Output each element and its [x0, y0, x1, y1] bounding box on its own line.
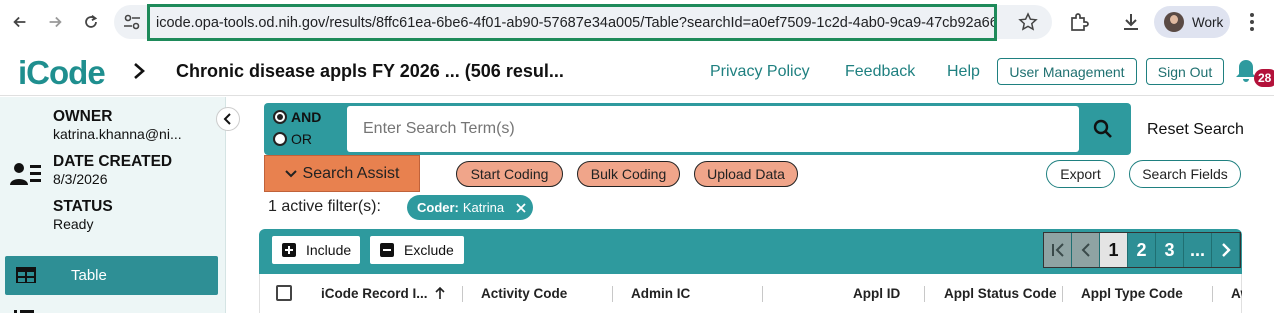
filter-chip-key: Coder: — [417, 200, 459, 215]
or-radio-option[interactable]: OR — [273, 128, 321, 150]
bulk-coding-button[interactable]: Bulk Coding — [577, 161, 680, 187]
column-header-icode-record-id[interactable]: iCode Record I... — [321, 286, 428, 301]
page-button-2[interactable]: 2 — [1128, 233, 1156, 267]
column-header-appl-status-code[interactable]: Appl Status Code — [944, 286, 1057, 301]
search-fields-button[interactable]: Search Fields — [1129, 160, 1241, 188]
browser-toolbar: icode.opa-tools.od.nih.gov/results/8ffc6… — [0, 0, 1274, 46]
sidebar-item-table[interactable]: Table — [5, 256, 218, 295]
pagination: 1 2 3 ... — [1043, 232, 1241, 268]
help-link[interactable]: Help — [947, 63, 980, 81]
close-icon[interactable] — [516, 202, 526, 213]
chevron-right-icon — [1221, 243, 1231, 257]
chevron-left-icon — [223, 113, 231, 125]
select-all-checkbox[interactable] — [276, 285, 292, 301]
forward-arrow-icon — [49, 16, 62, 28]
owner-value: katrina.khanna@ni... — [53, 126, 182, 142]
collapse-sidebar-button[interactable] — [216, 107, 240, 131]
or-label: OR — [291, 131, 312, 147]
column-divider[interactable] — [924, 286, 925, 302]
column-divider[interactable] — [762, 286, 763, 302]
column-divider[interactable] — [1062, 286, 1063, 302]
sidebar-item-label: Table — [71, 267, 107, 284]
page-ellipsis[interactable]: ... — [1184, 233, 1212, 267]
search-icon[interactable] — [1090, 116, 1118, 142]
forward-button[interactable] — [41, 8, 69, 36]
sort-ascending-icon[interactable] — [434, 286, 446, 300]
include-label: Include — [306, 242, 352, 258]
profile-label: Work — [1192, 14, 1224, 30]
column-header-truncated[interactable]: Aw — [1231, 286, 1242, 301]
radio-and[interactable] — [273, 110, 287, 124]
page-button-3[interactable]: 3 — [1156, 233, 1184, 267]
filter-chip[interactable]: Coder: Katrina — [407, 195, 533, 220]
export-button[interactable]: Export — [1046, 160, 1115, 188]
status-block: STATUS Ready — [53, 198, 113, 232]
extensions-puzzle-icon[interactable] — [1068, 11, 1090, 33]
user-management-button[interactable]: User Management — [997, 58, 1137, 85]
exclude-label: Exclude — [404, 242, 454, 258]
radio-or[interactable] — [273, 132, 287, 146]
chevron-left-icon — [1081, 243, 1090, 257]
more-vertical-icon[interactable] — [1244, 11, 1260, 33]
app-header: iCode Chronic disease appls FY 2026 ... … — [0, 46, 1274, 96]
avatar — [1164, 12, 1184, 32]
back-button[interactable] — [6, 8, 34, 36]
table-icon — [16, 267, 36, 283]
date-created-block: DATE CREATED 8/3/2026 — [53, 153, 172, 187]
first-page-button[interactable] — [1044, 233, 1072, 267]
date-created-value: 8/3/2026 — [53, 171, 108, 187]
url-field[interactable]: icode.opa-tools.od.nih.gov/results/8ffc6… — [147, 4, 997, 41]
status-value: Ready — [53, 216, 94, 232]
profile-button[interactable]: Work — [1154, 6, 1230, 38]
column-header-admin-ic[interactable]: Admin IC — [631, 286, 690, 301]
search-input[interactable] — [347, 106, 1079, 152]
and-label: AND — [291, 109, 322, 125]
active-filters-summary: 1 active filter(s): — [268, 198, 381, 215]
owner-block: OWNER katrina.khanna@ni... — [53, 108, 182, 142]
sign-out-button[interactable]: Sign Out — [1146, 58, 1224, 85]
search-assist-label: Search Assist — [302, 164, 400, 182]
plus-square-icon — [282, 243, 296, 257]
icode-logo[interactable]: iCode — [18, 54, 106, 92]
column-header-appl-type-code[interactable]: Appl Type Code — [1081, 286, 1183, 301]
site-info-icon[interactable] — [122, 13, 142, 31]
bookmark-star-icon[interactable] — [1018, 12, 1038, 32]
page-button-1[interactable]: 1 — [1100, 233, 1128, 267]
filter-chip-value: Katrina — [462, 200, 505, 215]
column-header-activity-code[interactable]: Activity Code — [481, 286, 567, 301]
back-arrow-icon — [13, 16, 26, 28]
status-label: STATUS — [53, 198, 113, 215]
search-assist-button[interactable]: Search Assist — [264, 155, 420, 192]
start-coding-button[interactable]: Start Coding — [456, 161, 563, 187]
list-icon[interactable] — [14, 305, 34, 313]
column-divider[interactable] — [612, 286, 613, 302]
download-icon[interactable] — [1120, 11, 1142, 33]
reload-icon — [85, 14, 98, 28]
minus-square-icon — [380, 243, 394, 257]
page-title: Chronic disease appls FY 2026 ... (506 r… — [176, 61, 564, 81]
chevron-down-icon — [284, 169, 297, 177]
upload-data-button[interactable]: Upload Data — [694, 161, 798, 187]
and-radio-option[interactable]: AND — [273, 106, 321, 128]
owner-label: OWNER — [53, 108, 113, 125]
and-or-toggle: AND OR — [273, 106, 321, 150]
reset-search-button[interactable]: Reset Search — [1147, 121, 1244, 139]
reload-button[interactable] — [77, 8, 105, 36]
user-list-icon — [10, 163, 41, 185]
privacy-policy-link[interactable]: Privacy Policy — [710, 63, 810, 81]
first-page-icon — [1051, 243, 1064, 257]
next-page-button[interactable] — [1212, 233, 1240, 267]
notification-badge: 28 — [1254, 69, 1274, 87]
feedback-link[interactable]: Feedback — [845, 63, 915, 81]
column-divider[interactable] — [1212, 286, 1213, 302]
column-header-appl-id[interactable]: Appl ID — [853, 286, 900, 301]
prev-page-button[interactable] — [1072, 233, 1100, 267]
date-created-label: DATE CREATED — [53, 153, 173, 170]
exclude-button[interactable]: Exclude — [370, 236, 464, 264]
include-button[interactable]: Include — [272, 236, 360, 264]
chevron-right-icon[interactable] — [130, 60, 148, 82]
column-divider[interactable] — [462, 286, 463, 302]
